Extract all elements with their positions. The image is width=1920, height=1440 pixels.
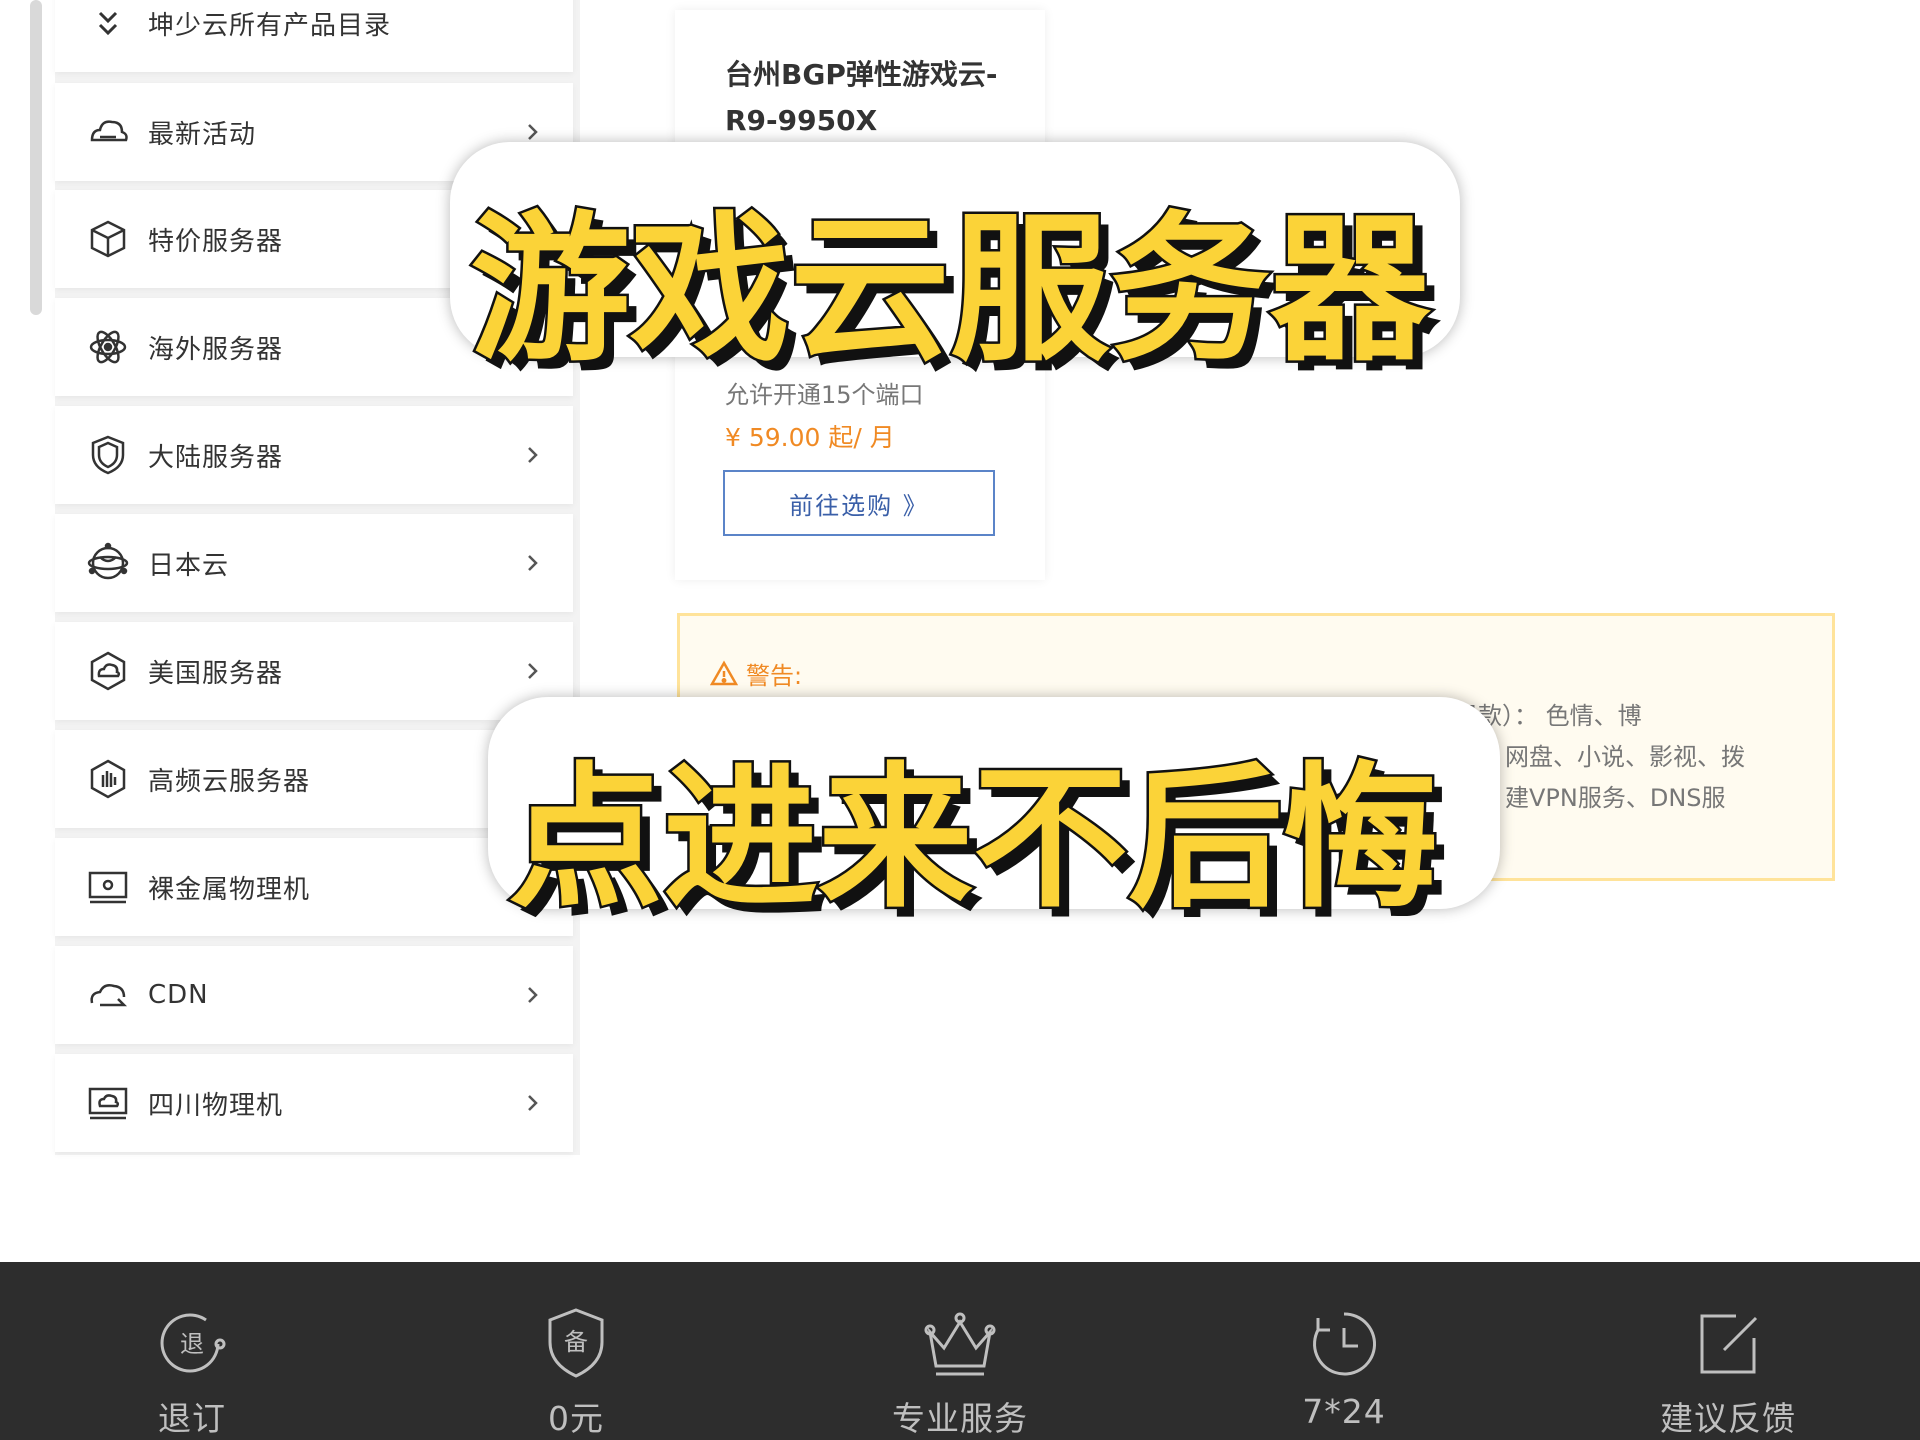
sidebar-item-label: 美国服务器 bbox=[148, 658, 284, 689]
warning-heading: 警告: bbox=[710, 656, 802, 691]
shield-icon bbox=[83, 430, 133, 480]
chevron-right-icon bbox=[528, 555, 538, 571]
hexagon-cloud-icon bbox=[83, 646, 133, 696]
clock-icon bbox=[1313, 1312, 1376, 1376]
sidebar-item-label: 大陆服务器 bbox=[148, 442, 284, 473]
warning-triangle-icon bbox=[710, 659, 738, 685]
cdn-cloud-icon bbox=[83, 970, 133, 1020]
sidebar-item-label: 裸金属物理机 bbox=[148, 874, 311, 905]
chevron-right-icon bbox=[528, 663, 538, 679]
hexagon-hand-icon bbox=[83, 754, 133, 804]
sidebar-item-us-servers[interactable]: 美国服务器 bbox=[55, 622, 573, 720]
sidebar-item-japan-cloud[interactable]: 日本云 bbox=[55, 514, 573, 612]
bottom-item-free-filing[interactable]: 备 0元 bbox=[384, 1262, 768, 1440]
double-chevron-down-icon bbox=[83, 0, 133, 48]
go-buy-button[interactable]: 前往选购 》 bbox=[723, 470, 995, 536]
sidebar-item-label: 四川物理机 bbox=[148, 1090, 284, 1121]
filing-shield-icon: 备 bbox=[548, 1308, 604, 1378]
sidebar-item-cdn[interactable]: CDN bbox=[55, 946, 573, 1044]
chevron-right-icon bbox=[528, 987, 538, 1003]
subline-caption: 点进来不后悔 bbox=[506, 746, 1441, 932]
bottom-service-bar: 退 退订 备 0元 专业服务 7*24 建议反馈 bbox=[0, 1262, 1920, 1440]
crown-icon bbox=[924, 1312, 996, 1376]
sidebar-item-sichuan-physical[interactable]: 四川物理机 bbox=[55, 1054, 573, 1152]
cloud-icon bbox=[83, 107, 133, 157]
bottom-item-label: 建议反馈 bbox=[1660, 1399, 1796, 1438]
sidebar-item-label: 高频云服务器 bbox=[148, 766, 311, 797]
sidebar-item-label: 日本云 bbox=[148, 550, 230, 581]
bottom-item-label: 专业服务 bbox=[892, 1399, 1028, 1438]
product-title: 台州BGP弹性游戏云-R9-9950X bbox=[725, 58, 998, 137]
svg-text:退: 退 bbox=[180, 1330, 204, 1358]
page-scrollbar[interactable] bbox=[30, 0, 42, 315]
sidebar-item-label: 海外服务器 bbox=[148, 334, 284, 365]
chevron-right-icon bbox=[528, 1095, 538, 1111]
product-price: ¥ 59.00 起/ 月 bbox=[725, 423, 895, 452]
bottom-item-label: 退订 bbox=[158, 1399, 226, 1438]
sidebar-item-label: CDN bbox=[148, 980, 209, 1010]
atom-icon bbox=[83, 322, 133, 372]
sidebar-item-label: 坤少云所有产品目录 bbox=[148, 10, 392, 41]
globe-icon bbox=[83, 538, 133, 588]
monitor-icon bbox=[83, 862, 133, 912]
chevron-right-icon bbox=[528, 447, 538, 463]
bottom-item-refund[interactable]: 退 退订 bbox=[0, 1262, 384, 1440]
bottom-item-professional-service[interactable]: 专业服务 bbox=[768, 1262, 1152, 1440]
sidebar-item-mainland-servers[interactable]: 大陆服务器 bbox=[55, 406, 573, 504]
sidebar-item-catalog[interactable]: 坤少云所有产品目录 bbox=[55, 0, 573, 72]
feedback-edit-icon bbox=[1700, 1314, 1758, 1374]
refund-icon: 退 bbox=[160, 1313, 226, 1373]
svg-text:备: 备 bbox=[564, 1328, 588, 1356]
sidebar-item-label: 特价服务器 bbox=[148, 226, 284, 257]
bottom-item-label: 7*24 bbox=[1302, 1392, 1386, 1431]
warning-heading-text: 警告: bbox=[746, 662, 803, 690]
bottom-item-feedback[interactable]: 建议反馈 bbox=[1536, 1262, 1920, 1440]
bottom-item-24-7[interactable]: 7*24 bbox=[1152, 1262, 1536, 1440]
chevron-right-icon bbox=[528, 124, 538, 140]
monitor-cloud-icon bbox=[83, 1078, 133, 1128]
sidebar-item-label: 最新活动 bbox=[148, 119, 257, 150]
headline-caption: 游戏云服务器 bbox=[467, 194, 1432, 386]
bottom-item-label: 0元 bbox=[548, 1399, 604, 1438]
cube-icon bbox=[83, 214, 133, 264]
